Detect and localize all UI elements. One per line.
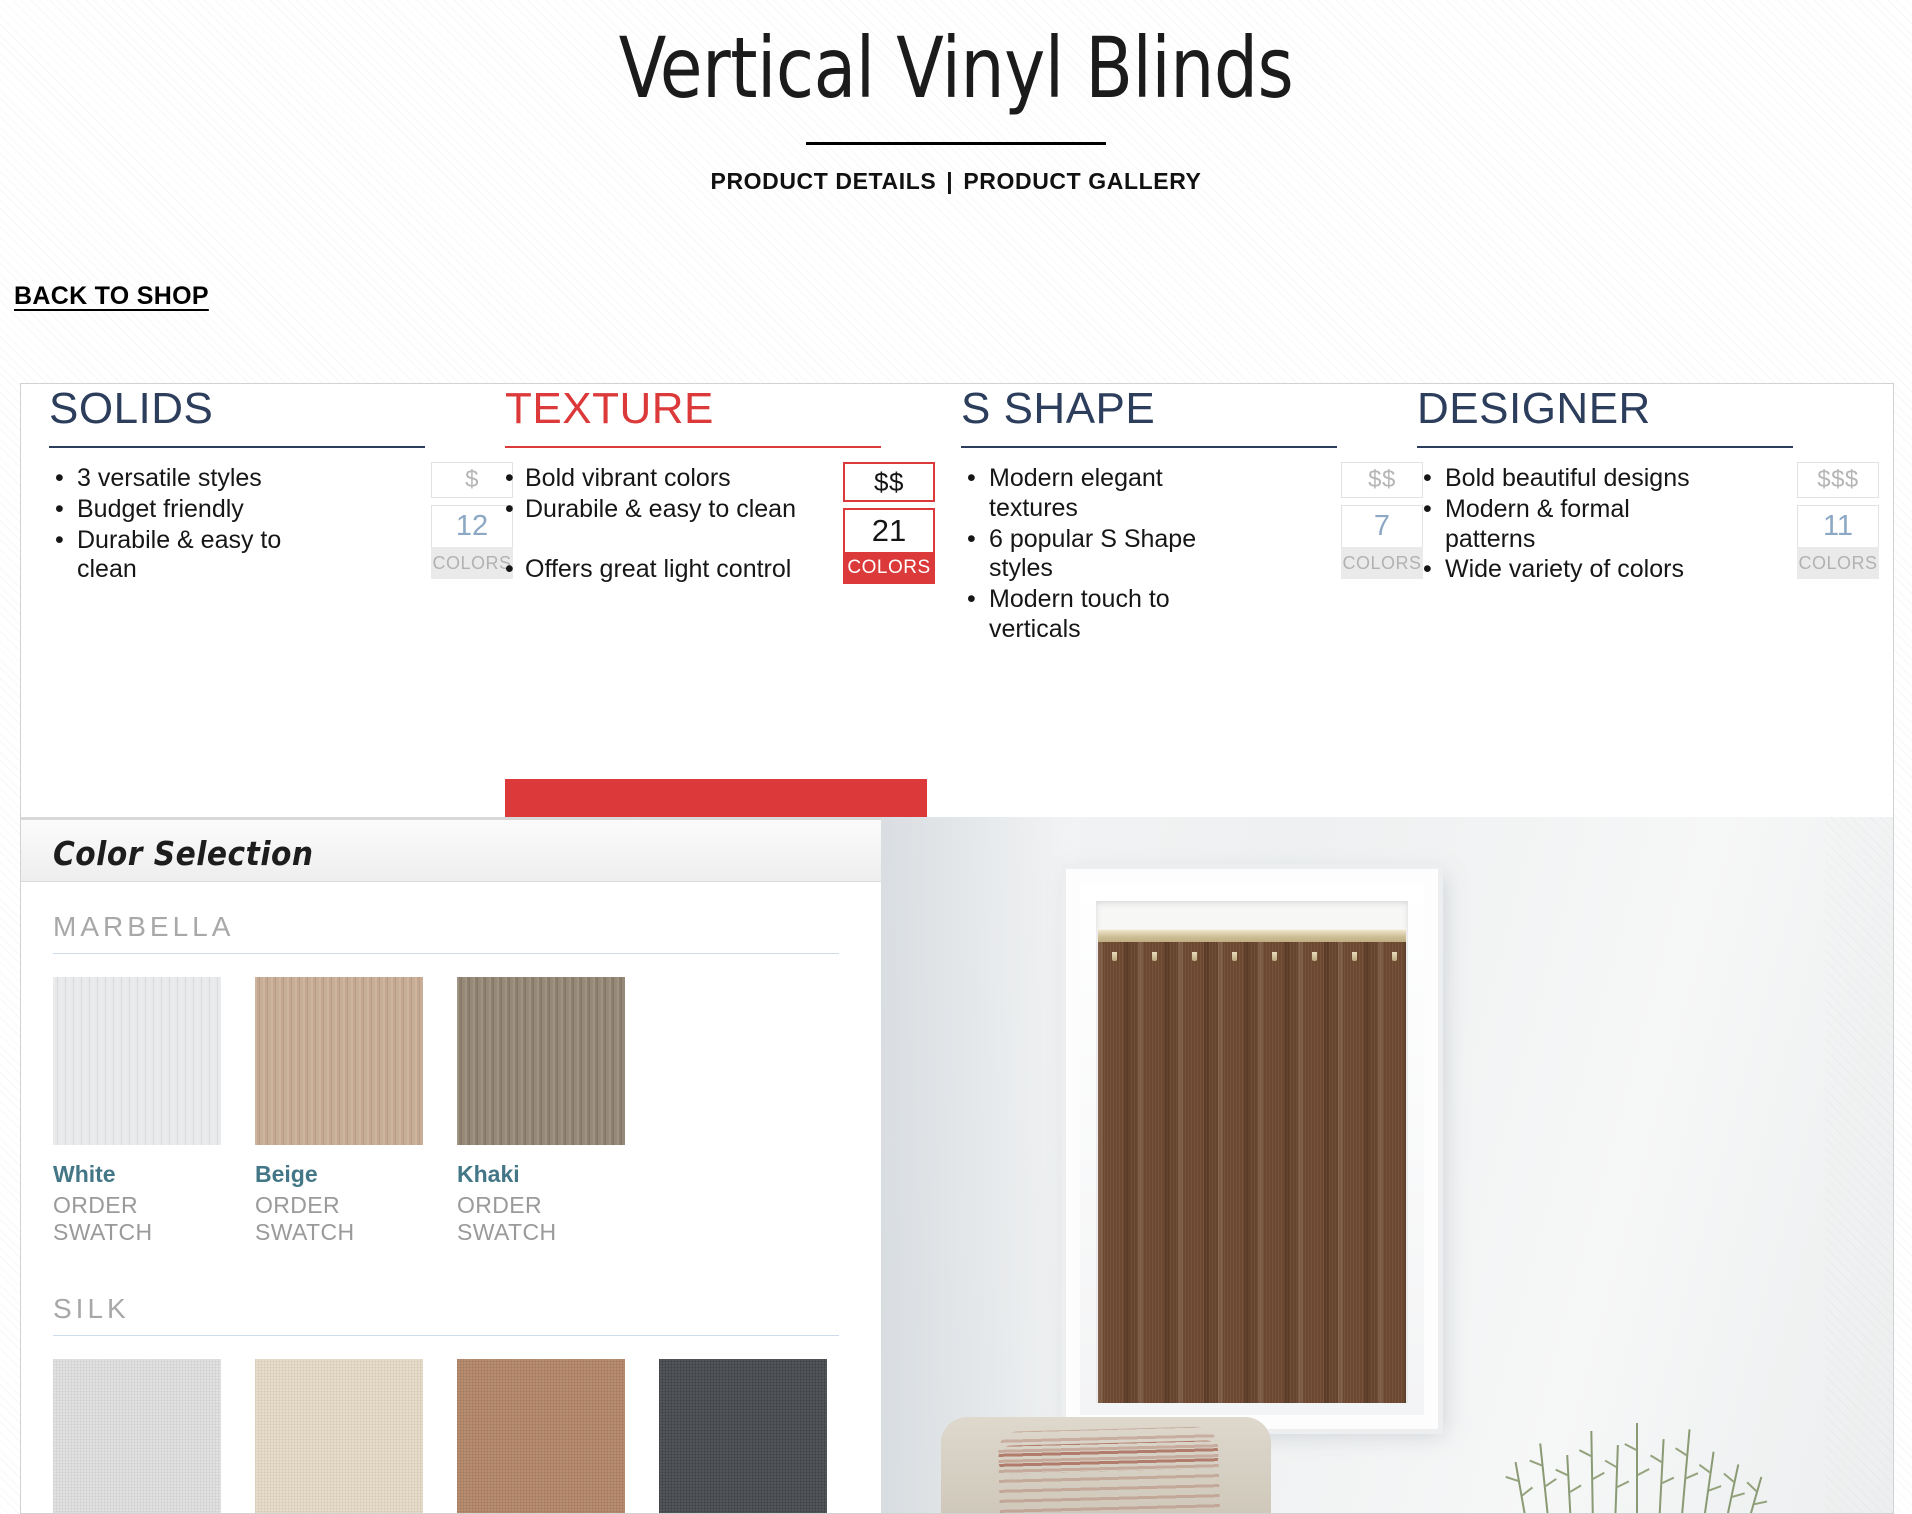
swatch-color-name: Khaki	[457, 1161, 520, 1187]
category-feature-list: 3 versatile styles Budget friendly Durab…	[49, 464, 339, 586]
category-feature-list: Modern elegant textures 6 popular S Shap…	[961, 464, 1251, 646]
swatch-group-divider	[53, 1335, 839, 1336]
color-count-value: 7	[1341, 505, 1423, 547]
swatch-color-name: Beige	[255, 1161, 318, 1187]
page-header: Vertical Vinyl Blinds PRODUCT DETAILS | PR…	[0, 0, 1912, 370]
lower-content-area: Color Selection MARBELLA White ORDER SWA…	[21, 817, 1893, 1513]
category-feature-list: Bold vibrant colors Durabile & easy to c…	[505, 464, 835, 585]
category-title: SOLIDS	[49, 384, 214, 433]
feature-item: Wide variety of colors	[1417, 555, 1707, 585]
product-subnav: PRODUCT DETAILS | PRODUCT GALLERY	[0, 168, 1912, 195]
feature-item: Modern & formal patterns	[1417, 495, 1707, 555]
category-underline	[961, 446, 1337, 448]
swatch-color-chip[interactable]	[255, 977, 423, 1145]
swatch-color-name: White	[53, 1161, 116, 1187]
price-badge: $$	[843, 462, 935, 502]
category-badges: $$ 21 COLORS	[843, 462, 935, 584]
category-column-solids[interactable]: SOLIDS 3 versatile styles Budget friendl…	[49, 384, 513, 817]
window-opening	[1096, 901, 1408, 1403]
feature-item: Budget friendly	[49, 495, 339, 525]
swatch-color-chip[interactable]	[255, 1359, 423, 1513]
swatch-color-chip[interactable]	[457, 977, 625, 1145]
price-badge: $	[431, 462, 513, 498]
blind-vanes	[1098, 942, 1406, 1403]
swatch-color-chip[interactable]	[53, 977, 221, 1145]
swatch-group-divider	[53, 953, 839, 954]
category-strip: SOLIDS 3 versatile styles Budget friendl…	[21, 384, 1893, 817]
feature-item: Bold beautiful designs	[1417, 464, 1707, 494]
swatch-scroll-area[interactable]: MARBELLA White ORDER SWATCH Beige ORDER …	[21, 883, 881, 1513]
feature-item: Bold vibrant colors	[505, 464, 835, 494]
striped-pillow	[997, 1426, 1221, 1513]
price-badge: $$	[1341, 462, 1423, 498]
swatch-group-name: MARBELLA	[53, 911, 235, 942]
potted-plant	[1506, 1417, 1836, 1513]
product-photo	[881, 817, 1893, 1513]
page-title: Vertical Vinyl Blinds	[618, 19, 1294, 117]
category-badges: $$ 7 COLORS	[1341, 462, 1423, 579]
category-feature-list: Bold beautiful designs Modern & formal p…	[1417, 464, 1707, 586]
swatch-color-chip[interactable]	[457, 1359, 625, 1513]
swatch-item[interactable]	[659, 1359, 827, 1513]
color-count-label: COLORS	[1797, 547, 1879, 579]
order-swatch-link[interactable]: ORDER SWATCH	[255, 1192, 423, 1246]
pillow-stripes	[998, 1440, 1219, 1474]
feature-item: Modern touch to verticals	[961, 585, 1251, 645]
swatch-color-chip[interactable]	[53, 1359, 221, 1513]
category-column-s-shape[interactable]: S SHAPE Modern elegant textures 6 popula…	[961, 384, 1423, 817]
nav-separator: |	[946, 168, 954, 194]
feature-item: Durabile & easy to clean	[49, 526, 339, 586]
swatch-item[interactable]: White ORDER SWATCH	[53, 977, 221, 1246]
swatch-group-name: SILK	[53, 1293, 130, 1324]
swatch-item[interactable]	[53, 1359, 221, 1513]
swatch-item[interactable]: Khaki ORDER SWATCH	[457, 977, 625, 1246]
back-to-shop-link[interactable]: BACK TO SHOP	[14, 282, 209, 311]
wall-shadow	[881, 817, 1071, 1513]
category-badges: $ 12 COLORS	[431, 462, 513, 579]
swatch-item[interactable]	[457, 1359, 625, 1513]
order-swatch-link[interactable]: ORDER SWATCH	[53, 1192, 221, 1246]
swatch-item[interactable]	[255, 1359, 423, 1513]
category-underline	[505, 446, 881, 448]
feature-item: Offers great light control	[505, 555, 835, 585]
color-count-label: COLORS	[1341, 547, 1423, 579]
category-underline	[49, 446, 425, 448]
color-count-label: COLORS	[431, 547, 513, 579]
swatch-item[interactable]: Beige ORDER SWATCH	[255, 977, 423, 1246]
category-title: TEXTURE	[505, 384, 714, 433]
product-card: SOLIDS 3 versatile styles Budget friendl…	[20, 383, 1894, 1514]
category-badges: $$$ 11 COLORS	[1797, 462, 1879, 579]
feature-item: 6 popular S Shape styles	[961, 525, 1251, 585]
category-column-designer[interactable]: DESIGNER Bold beautiful designs Modern &…	[1417, 384, 1879, 817]
nav-product-details[interactable]: PRODUCT DETAILS	[711, 168, 937, 194]
color-count-label: COLORS	[843, 552, 935, 584]
photo-edge-texture	[1825, 817, 1893, 1513]
feature-item: 3 versatile styles	[49, 464, 339, 494]
category-underline	[1417, 446, 1793, 448]
color-count-value: 21	[843, 508, 935, 552]
category-title: DESIGNER	[1417, 384, 1651, 433]
category-title: S SHAPE	[961, 384, 1156, 433]
nav-product-gallery[interactable]: PRODUCT GALLERY	[963, 168, 1201, 194]
active-category-indicator	[505, 779, 927, 817]
blind-headrail	[1098, 929, 1406, 942]
price-badge: $$$	[1797, 462, 1879, 498]
title-divider	[806, 142, 1106, 145]
color-selection-title: Color Selection	[53, 834, 314, 873]
feature-item: Modern elegant textures	[961, 464, 1251, 524]
swatch-color-chip[interactable]	[659, 1359, 827, 1513]
feature-item: Durabile & easy to clean	[505, 495, 835, 525]
category-column-texture[interactable]: TEXTURE Bold vibrant colors Durabile & e…	[505, 384, 945, 817]
order-swatch-link[interactable]: ORDER SWATCH	[457, 1192, 625, 1246]
window-frame	[1066, 869, 1438, 1429]
color-count-value: 11	[1797, 505, 1879, 547]
color-selection-panel: Color Selection MARBELLA White ORDER SWA…	[21, 817, 881, 1513]
color-count-value: 12	[431, 505, 513, 547]
